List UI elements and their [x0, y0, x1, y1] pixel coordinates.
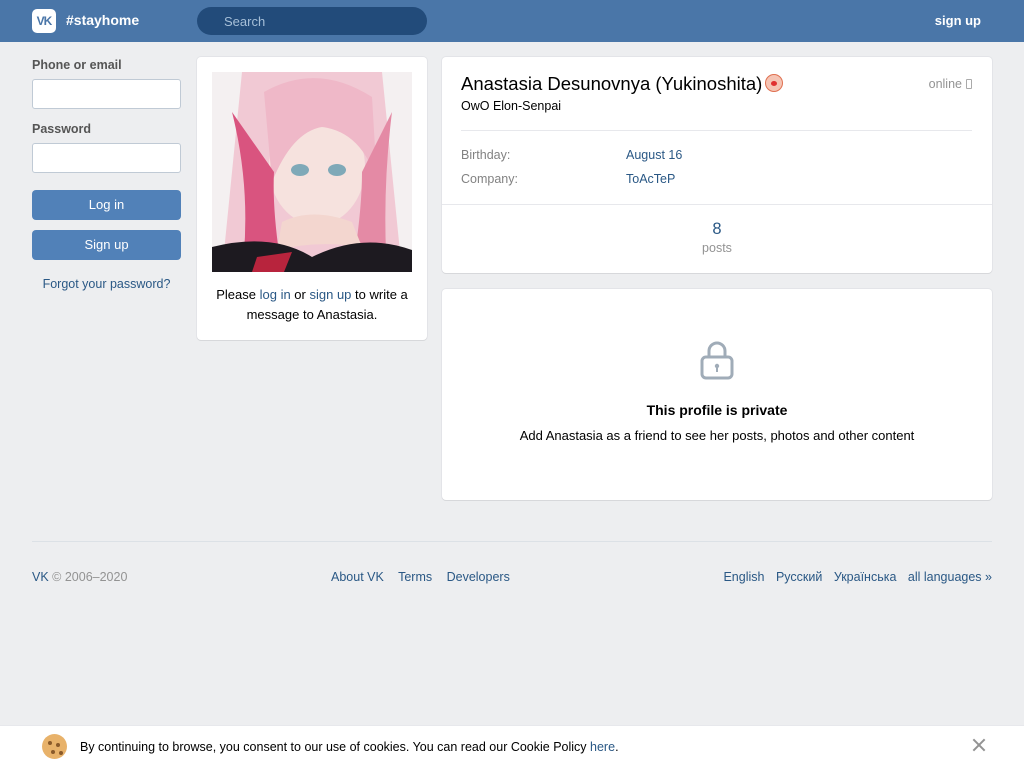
search-input[interactable]: [197, 7, 427, 35]
phone-email-field[interactable]: [32, 79, 181, 109]
cookie-text: By continuing to browse, you consent to …: [80, 740, 619, 754]
footer-links: About VK Terms Developers: [331, 570, 521, 584]
lang-ukrainian[interactable]: Українська: [834, 570, 897, 584]
private-description: Add Anastasia as a friend to see her pos…: [519, 428, 915, 443]
posts-label: posts: [702, 241, 732, 255]
mobile-phone-icon: [966, 79, 972, 89]
lang-english[interactable]: English: [723, 570, 764, 584]
cookie-icon: [42, 734, 67, 759]
logo-text: VK: [36, 14, 53, 28]
lang-russian[interactable]: Русский: [776, 570, 822, 584]
lock-icon: [700, 341, 734, 380]
posts-count: 8: [712, 220, 722, 238]
divider: [442, 204, 992, 205]
footer-copyright: VK © 2006–2020: [32, 570, 127, 584]
footer-divider: [32, 541, 992, 542]
photo-card: Please log in or sign up to write a mess…: [197, 57, 427, 340]
posts-counter[interactable]: 8 posts: [442, 220, 992, 255]
forgot-password-link[interactable]: Forgot your password?: [32, 277, 181, 291]
login-button[interactable]: Log in: [32, 190, 181, 220]
profile-photo[interactable]: [212, 72, 412, 272]
profile-name-text: Anastasia Desunovnya (Yukinoshita): [461, 73, 763, 94]
note-signup-link[interactable]: sign up: [309, 287, 351, 302]
brand-hashtag[interactable]: #stayhome: [66, 12, 139, 28]
cookie-message: By continuing to browse, you consent to …: [80, 740, 591, 754]
birthday-value-link[interactable]: August 16: [626, 148, 682, 162]
note-login-link[interactable]: log in: [260, 287, 291, 302]
cookie-end: .: [615, 740, 619, 754]
close-icon[interactable]: [972, 738, 986, 752]
login-panel: Phone or email Password Log in Sign up F…: [32, 58, 181, 291]
company-value-link[interactable]: ToAcTeP: [626, 172, 675, 186]
lang-all[interactable]: all languages »: [908, 570, 992, 584]
footer-languages: English Русский Українська all languages…: [715, 570, 992, 584]
password-field[interactable]: [32, 143, 181, 173]
private-profile-card: This profile is private Add Anastasia as…: [442, 289, 992, 500]
copyright-text: © 2006–2020: [48, 570, 128, 584]
profile-card: Anastasia Desunovnya (Yukinoshita) OwO E…: [442, 57, 992, 273]
private-title: This profile is private: [646, 402, 788, 418]
clown-emoji-icon: [765, 74, 784, 92]
birthday-label: Birthday:: [461, 148, 511, 162]
company-label: Company:: [461, 172, 518, 186]
write-message-note: Please log in or sign up to write a mess…: [207, 285, 417, 325]
vk-logo-icon[interactable]: VK: [32, 9, 56, 33]
company-row: Company: ToAcTeP: [461, 172, 961, 186]
cookie-policy-link[interactable]: here: [590, 740, 615, 754]
online-text: online: [928, 77, 962, 91]
search-box[interactable]: [197, 7, 427, 35]
divider: [461, 130, 972, 131]
footer-link-terms[interactable]: Terms: [398, 570, 432, 584]
signup-button[interactable]: Sign up: [32, 230, 181, 260]
birthday-row: Birthday: August 16: [461, 148, 961, 162]
profile-photo-illustration: [212, 72, 412, 272]
note-prefix: Please: [216, 287, 260, 302]
footer-vk-link[interactable]: VK: [32, 570, 49, 584]
top-header: VK #stayhome sign up: [0, 0, 1024, 42]
footer-link-developers[interactable]: Developers: [447, 570, 510, 584]
profile-name: Anastasia Desunovnya (Yukinoshita): [461, 73, 784, 95]
footer-link-about[interactable]: About VK: [331, 570, 384, 584]
note-or: or: [290, 287, 310, 302]
cookie-banner: By continuing to browse, you consent to …: [0, 725, 1024, 768]
header-signup-link[interactable]: sign up: [935, 13, 981, 28]
profile-status: OwO Elon-Senpai: [461, 99, 562, 113]
password-label: Password: [32, 122, 92, 136]
phone-label: Phone or email: [32, 58, 122, 72]
online-indicator: online: [929, 77, 972, 91]
